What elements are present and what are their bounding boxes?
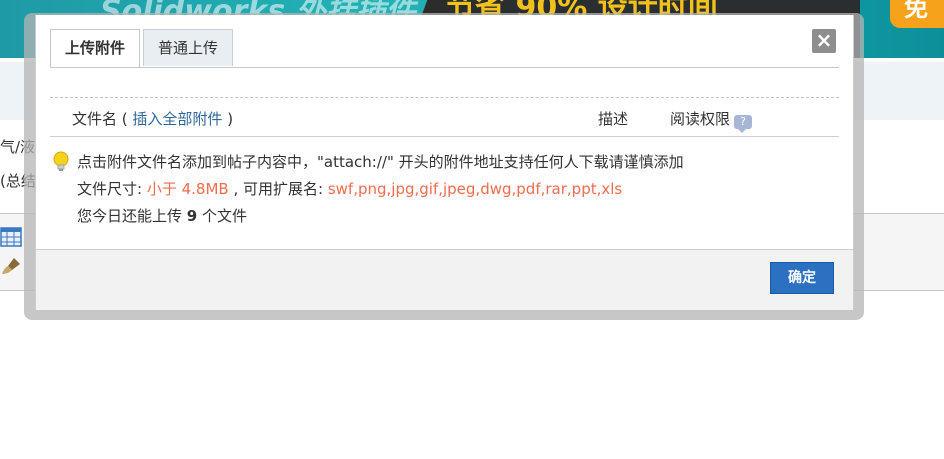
lightbulb-icon xyxy=(53,151,69,171)
banner-button[interactable]: 免 xyxy=(890,0,944,28)
read-permission-header: 阅读权限? xyxy=(670,107,753,133)
daily-limit-count: 9 xyxy=(186,207,198,225)
insert-all-attachments-link[interactable]: 插入全部附件 xyxy=(132,110,222,128)
dialog-footer: 确定 xyxy=(36,249,853,310)
brush-icon[interactable] xyxy=(0,256,22,276)
extensions-value: swf,png,jpg,gif,jpeg,dwg,pdf,rar,ppt,xls xyxy=(327,180,623,198)
close-button[interactable]: × xyxy=(812,29,836,53)
header-divider xyxy=(50,136,839,137)
daily-limit-prefix: 您今日还能上传 xyxy=(77,207,187,225)
attachment-list-header: 文件名 ( 插入全部附件 ) 描述 阅读权限? xyxy=(72,107,839,133)
filename-close-paren: ) xyxy=(227,110,234,128)
extensions-label: , 可用扩展名: xyxy=(228,180,328,198)
filename-header: 文件名 ( 插入全部附件 ) xyxy=(72,107,233,131)
tip-attach-notice: 点击附件文件名添加到帖子内容中，"attach://" 开头的附件地址支持任何人… xyxy=(77,153,684,171)
description-header: 描述 xyxy=(598,110,629,128)
upload-tips: 点击附件文件名添加到帖子内容中，"attach://" 开头的附件地址支持任何人… xyxy=(77,149,684,230)
dialog-tabs: 上传附件 普通上传 xyxy=(50,29,236,68)
help-icon[interactable]: ? xyxy=(734,115,753,133)
filename-label: 文件名 ( xyxy=(72,110,128,128)
tab-normal-upload[interactable]: 普通上传 xyxy=(143,29,234,66)
file-size-label: 文件尺寸: xyxy=(77,180,147,198)
upload-attachment-dialog: 上传附件 普通上传 × 文件名 ( 插入全部附件 ) 描述 阅读权限? 点击附件… xyxy=(35,15,854,310)
tab-divider xyxy=(50,67,839,68)
tab-upload-attachment[interactable]: 上传附件 xyxy=(50,29,141,68)
dotted-divider xyxy=(50,97,839,98)
file-size-value: 小于 4.8MB xyxy=(146,180,229,198)
tip-daily-limit: 您今日还能上传 9 个文件 xyxy=(77,203,684,230)
table-icon[interactable] xyxy=(0,227,22,247)
read-permission-label: 阅读权限 xyxy=(670,110,731,128)
confirm-button[interactable]: 确定 xyxy=(770,262,834,294)
daily-limit-suffix: 个文件 xyxy=(197,207,247,225)
tip-file-size: 文件尺寸: 小于 4.8MB , 可用扩展名: swf,png,jpg,gif,… xyxy=(77,176,684,203)
